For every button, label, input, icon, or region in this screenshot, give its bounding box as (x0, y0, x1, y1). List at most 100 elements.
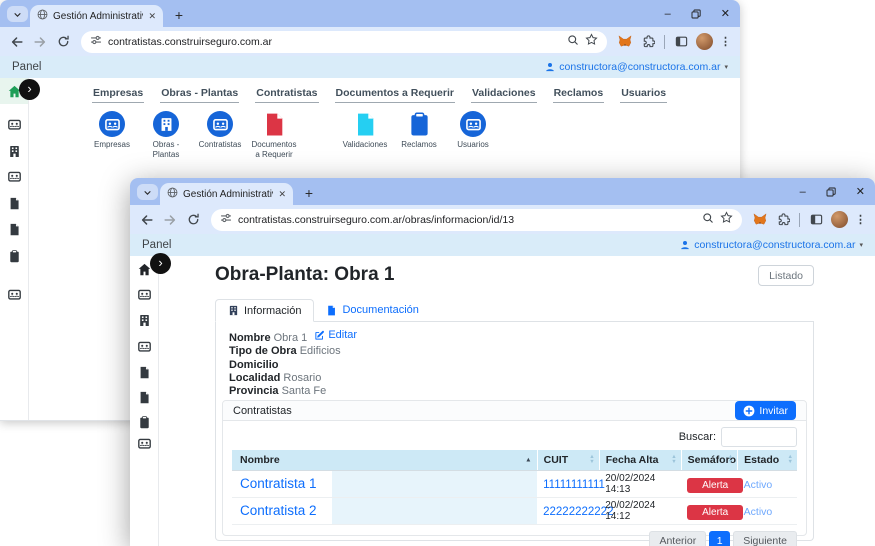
page-1-button[interactable]: 1 (709, 531, 730, 546)
semaforo-badge[interactable]: Alerta (687, 505, 743, 520)
window-titlebar[interactable]: Gestión Administrativa ✕ + – ✕ (130, 178, 875, 205)
side-panel-icon[interactable] (808, 212, 824, 228)
extensions-puzzle-icon[interactable] (775, 212, 791, 228)
menu-kebab-icon[interactable]: ⋮ (855, 213, 866, 226)
editar-link[interactable]: Editar (314, 329, 357, 342)
back-button[interactable] (9, 34, 25, 50)
sidebar-expand-button[interactable]: › (19, 79, 40, 100)
nav-link-empresas[interactable]: Empresas (92, 87, 144, 103)
column-header-nombre[interactable]: Nombre ▲ (232, 450, 537, 471)
people-icon (138, 288, 151, 301)
shortcut-empresas[interactable]: Empresas (85, 111, 139, 150)
bookmark-star-icon[interactable] (720, 211, 733, 229)
shortcut-obras[interactable]: Obras - Plantas (139, 111, 193, 161)
nav-link-reclamos[interactable]: Reclamos (553, 87, 605, 103)
zoom-icon[interactable] (702, 211, 714, 229)
side-panel-icon[interactable] (673, 34, 689, 50)
tab-documentacion[interactable]: Documentación (314, 299, 430, 321)
sidebar-item-obras[interactable] (130, 314, 158, 327)
reload-button[interactable] (55, 34, 71, 50)
sidebar-item-validaciones[interactable] (0, 223, 28, 236)
column-header-fecha-alta[interactable]: Fecha Alta ▲▼ (599, 450, 681, 471)
browser-tab[interactable]: Gestión Administrativa ✕ (30, 5, 163, 27)
sidebar-item-reclamos[interactable] (0, 250, 28, 263)
minimize-button[interactable]: – (800, 186, 806, 198)
minimize-button[interactable]: – (665, 8, 671, 20)
estado-link[interactable]: Activo (744, 479, 773, 491)
estado-link[interactable]: Activo (744, 506, 773, 518)
extension-fox-icon[interactable] (752, 212, 768, 228)
user-email: constructora@constructora.com.ar (694, 239, 855, 251)
tab-search-button[interactable] (137, 184, 158, 200)
url-text[interactable]: contratistas.construirseguro.com.ar/obra… (238, 214, 514, 226)
shortcut-documentos[interactable]: Documentos a Requerir (247, 111, 301, 161)
profile-avatar[interactable] (831, 211, 848, 228)
tab-search-button[interactable] (7, 6, 28, 22)
column-header-cuit[interactable]: CUIT ▲▼ (537, 450, 599, 471)
sidebar-item-reclamos[interactable] (130, 416, 158, 429)
restore-button[interactable] (691, 9, 701, 19)
nav-link-usuarios[interactable]: Usuarios (620, 87, 667, 103)
nav-link-obras[interactable]: Obras - Plantas (160, 87, 239, 103)
contratista-link[interactable]: Contratista 2 (240, 503, 317, 518)
sidebar-item-contratistas[interactable] (130, 340, 158, 353)
forward-button[interactable] (32, 34, 48, 50)
back-button[interactable] (139, 212, 155, 228)
buscar-input[interactable] (721, 427, 797, 447)
nav-link-contratistas[interactable]: Contratistas (255, 87, 318, 103)
tab-close-icon[interactable]: ✕ (148, 11, 156, 22)
user-menu[interactable]: constructora@constructora.com.ar ▾ (545, 61, 728, 73)
sidebar-item-documentos[interactable] (130, 366, 158, 379)
cuit-link[interactable]: 11111111111 (543, 479, 605, 491)
extensions-puzzle-icon[interactable] (640, 34, 656, 50)
semaforo-badge[interactable]: Alerta (687, 478, 743, 493)
shortcut-reclamos[interactable]: Reclamos (392, 111, 446, 150)
sidebar-item-documentos[interactable] (0, 197, 28, 210)
shortcut-usuarios[interactable]: Usuarios (446, 111, 500, 150)
column-header-estado[interactable]: Estado ▲▼ (738, 450, 797, 471)
address-bar[interactable]: contratistas.construirseguro.com.ar (81, 31, 607, 53)
sidebar-expand-button[interactable]: › (150, 253, 171, 274)
listado-button[interactable]: Listado (758, 265, 814, 286)
zoom-icon[interactable] (567, 33, 579, 51)
new-tab-button[interactable]: + (299, 183, 319, 203)
shortcut-validaciones[interactable]: Validaciones (338, 111, 392, 150)
close-button[interactable]: ✕ (856, 185, 865, 198)
shortcut-contratistas[interactable]: Contratistas (193, 111, 247, 150)
sidebar-item-usuarios[interactable] (0, 288, 28, 301)
extension-fox-icon[interactable] (617, 34, 633, 50)
sidebar-item-usuarios[interactable] (130, 437, 158, 450)
column-header-semaforo[interactable]: Semáforo ▲▼ (681, 450, 738, 471)
nav-link-validaciones[interactable]: Validaciones (471, 87, 537, 103)
site-settings-icon[interactable] (90, 33, 102, 51)
address-bar[interactable]: contratistas.construirseguro.com.ar/obra… (211, 209, 742, 231)
tab-informacion[interactable]: Información (215, 299, 314, 322)
window-titlebar[interactable]: Gestión Administrativa ✕ + – ✕ (0, 0, 740, 27)
reload-button[interactable] (185, 212, 201, 228)
sidebar-item-validaciones[interactable] (130, 391, 158, 404)
sidebar-item-obras[interactable] (0, 145, 28, 158)
profile-avatar[interactable] (696, 33, 713, 50)
clipboard-icon (138, 416, 151, 429)
anterior-button[interactable]: Anterior (649, 531, 706, 546)
sidebar-item-empresas[interactable] (130, 288, 158, 301)
nav-link-documentos[interactable]: Documentos a Requerir (335, 87, 455, 103)
user-menu[interactable]: constructora@constructora.com.ar ▾ (680, 239, 863, 251)
forward-button[interactable] (162, 212, 178, 228)
cuit-link[interactable]: 22222222222 (543, 506, 613, 518)
site-settings-icon[interactable] (220, 211, 232, 229)
info-row-tipo: Tipo de Obra Edificios (229, 345, 800, 358)
sidebar-item-contratistas[interactable] (0, 170, 28, 183)
siguiente-button[interactable]: Siguiente (733, 531, 797, 546)
contratista-link[interactable]: Contratista 1 (240, 476, 317, 491)
restore-button[interactable] (826, 187, 836, 197)
url-text[interactable]: contratistas.construirseguro.com.ar (108, 36, 272, 48)
close-button[interactable]: ✕ (721, 7, 730, 20)
bookmark-star-icon[interactable] (585, 33, 598, 51)
invitar-button[interactable]: Invitar (735, 401, 796, 420)
browser-tab[interactable]: Gestión Administrativa ✕ (160, 183, 293, 205)
tab-close-icon[interactable]: ✕ (278, 189, 286, 200)
new-tab-button[interactable]: + (169, 5, 189, 25)
menu-kebab-icon[interactable]: ⋮ (720, 35, 731, 48)
sidebar-item-empresas[interactable] (0, 118, 28, 131)
